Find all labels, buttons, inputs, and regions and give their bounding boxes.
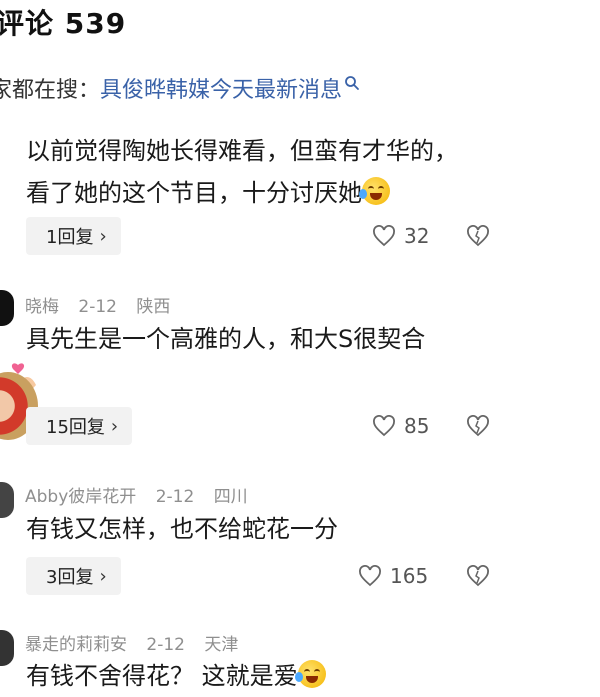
like-count: 85 [404,414,430,438]
avatar[interactable] [0,630,14,666]
comment-meta-cut [25,106,39,118]
dislike-heart-icon[interactable] [466,415,490,437]
heart-icon [373,415,395,437]
view-replies-button[interactable]: 15回复 › [26,407,133,445]
comment-location: 四川 [213,487,248,507]
comment-date: 2-12 [155,487,195,507]
comments-header: 评论 539 [0,0,600,40]
like-count: 32 [404,224,430,248]
view-replies-button[interactable]: 3回复 › [26,557,121,595]
laughing-crying-emoji-icon [359,177,390,205]
heart-icon [373,225,395,247]
like-count: 165 [390,564,429,588]
comment-meta: 晓梅 2-12 陕西 [25,292,184,317]
comment-line: 有钱不舍得花？ 这就是爱 [26,662,298,690]
comment-location: 陕西 [136,297,171,317]
comment-text: 有钱不舍得花？ 这就是爱 [26,655,326,697]
comment-text: 具先生是一个高雅的人，和大S很契合 [26,318,425,360]
chevron-right-icon: › [110,415,119,437]
comment-text: 有钱又怎样，也不给蛇花一分 [26,508,338,550]
reply-count-label: 1回复 [46,227,94,248]
like-button[interactable]: 165 [358,564,428,588]
comment-meta: 暴走的莉莉安 2-12 天津 [25,630,252,655]
trending-search-bar[interactable]: 家都在搜： 具俊晔韩媒今天最新消息 [0,72,360,104]
comment-date: 2-12 [146,635,185,655]
comments-count-title: 评论 539 [0,7,127,40]
laughing-crying-emoji-icon [294,660,326,688]
chevron-right-icon: › [99,225,107,247]
comment-line-with-emoji: 有钱不舍得花？ 这就是爱 [26,655,326,697]
comment-line: 看了她的这个节目，十分讨厌她 [26,179,362,207]
dislike-heart-icon[interactable] [466,565,490,587]
comment-line: 以前觉得陶她长得难看，但蛮有才华的， [26,137,458,165]
comment-line: 具先生是一个高雅的人，和大S很契合 [26,325,426,353]
comment-author[interactable]: 暴走的莉莉安 [25,635,127,655]
comment-text: 以前觉得陶她长得难看，但蛮有才华的， 看了她的这个节目，十分讨厌她 [26,130,458,214]
comment-author[interactable]: Abby彼岸花开 [25,487,136,507]
reply-count-label: 3回复 [46,567,94,588]
trending-search-prefix: 家都在搜： [0,78,101,103]
dislike-heart-icon[interactable] [466,225,490,247]
chevron-right-icon: › [99,565,107,587]
reply-count-label: 15回复 [46,417,105,438]
view-replies-button[interactable]: 1回复 › [26,217,121,255]
avatar[interactable] [0,482,14,518]
comment-author[interactable]: 晓梅 [25,297,59,317]
heart-icon [359,565,381,587]
avatar[interactable] [0,290,14,326]
like-button[interactable]: 32 [372,224,429,248]
comment-location: 天津 [204,635,239,655]
comment-line-with-emoji: 看了她的这个节目，十分讨厌她 [26,172,458,214]
search-icon[interactable] [344,75,360,91]
comment-meta: Abby彼岸花开 2-12 四川 [25,482,262,507]
trending-search-link[interactable]: 具俊晔韩媒今天最新消息 [100,72,342,104]
comment-date: 2-12 [78,297,117,317]
like-button[interactable]: 85 [372,414,429,438]
comment-line: 有钱又怎样，也不给蛇花一分 [26,515,338,543]
